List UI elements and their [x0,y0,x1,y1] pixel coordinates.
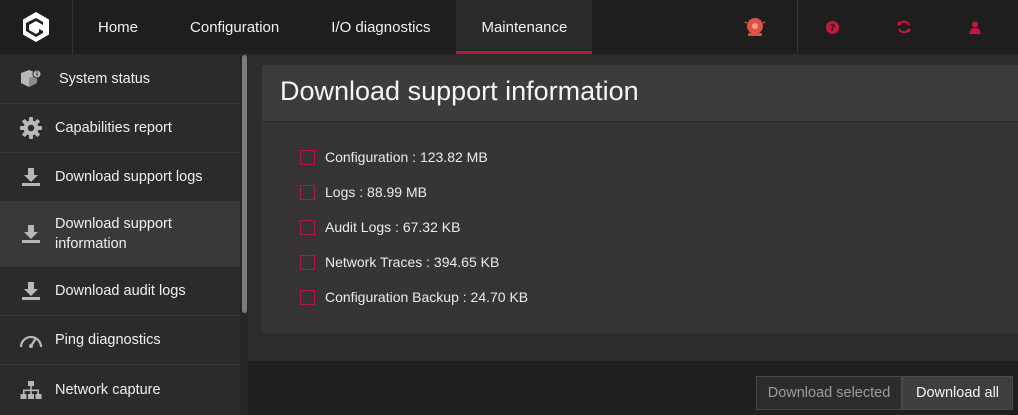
page-title: Download support information [280,76,639,106]
option-checkbox[interactable] [300,184,315,200]
nav-maintenance[interactable]: Maintenance [456,0,593,54]
download-all-button[interactable]: Download all [902,376,1013,410]
panel-header: Download support information [262,65,1018,122]
sidebar-item-label: System status [59,71,151,87]
option-label: Network Traces : 394.65 KB [325,254,500,270]
option-audit-logs[interactable]: Audit Logs : 67.32 KB [300,216,460,238]
sidebar-item-system-status[interactable]: System status [0,55,240,104]
sidebar-item-download-support-information[interactable]: Download support information [0,202,240,267]
option-checkbox[interactable] [300,149,315,165]
nav-configuration[interactable]: Configuration [164,0,305,54]
alarm-icon [744,18,766,36]
option-configuration-backup[interactable]: Configuration Backup : 24.70 KB [300,286,528,308]
cube-info-icon [18,66,44,92]
option-label: Logs : 88.99 MB [325,184,427,200]
sidebar: System status Capabilities report Downlo… [0,55,248,415]
refresh-button[interactable] [892,0,916,54]
sidebar-item-label: Capabilities report [55,120,172,136]
gear-icon [18,115,44,141]
user-button[interactable] [963,0,987,54]
top-bar: Home Configuration I/O diagnostics Maint… [0,0,1018,55]
sidebar-item-label: Download support information [55,216,172,252]
sidebar-item-label: Download audit logs [55,283,186,299]
support-info-panel: Download support information Configurati… [262,65,1018,333]
main-nav: Home Configuration I/O diagnostics Maint… [72,0,593,54]
sidebar-item-label: Ping diagnostics [55,332,161,348]
help-button[interactable]: ? [820,0,844,54]
action-footer: Download selected Download all [248,361,1018,415]
option-network-traces[interactable]: Network Traces : 394.65 KB [300,251,499,273]
sidebar-item-network-capture[interactable]: Network capture [0,365,240,415]
refresh-icon [897,20,911,34]
nav-configuration-label: Configuration [190,18,280,36]
sidebar-scrollbar-thumb[interactable] [242,55,247,313]
user-icon [969,21,981,34]
option-label: Configuration Backup : 24.70 KB [325,289,529,305]
sidebar-item-capabilities-report[interactable]: Capabilities report [0,104,240,153]
sidebar-item-label: Network capture [55,382,161,398]
option-label: Configuration : 123.82 MB [325,149,488,165]
nav-io-diagnostics-label: I/O diagnostics [331,18,431,36]
option-configuration[interactable]: Configuration : 123.82 MB [300,146,488,168]
svg-text:?: ? [829,23,835,34]
alarm-button[interactable] [738,0,772,54]
help-icon: ? [825,20,839,34]
gauge-icon [18,327,44,353]
option-checkbox[interactable] [300,254,315,270]
logo-icon [23,12,49,42]
sidebar-item-label: Download support logs [55,169,203,185]
download-icon [18,278,44,304]
option-checkbox[interactable] [300,219,315,235]
sidebar-item-download-support-logs[interactable]: Download support logs [0,153,240,202]
nav-maintenance-label: Maintenance [481,18,568,36]
nav-io-diagnostics[interactable]: I/O diagnostics [305,0,456,54]
sidebar-item-ping-diagnostics[interactable]: Ping diagnostics [0,316,240,365]
nav-home[interactable]: Home [72,0,164,54]
network-icon [18,377,44,403]
option-label: Audit Logs : 67.32 KB [325,219,461,235]
nav-home-label: Home [98,18,139,36]
main-content: Download support information Configurati… [248,55,1018,361]
download-icon [18,221,44,247]
download-selected-button[interactable]: Download selected [756,376,902,410]
option-checkbox[interactable] [300,289,315,305]
option-logs[interactable]: Logs : 88.99 MB [300,181,427,203]
logo[interactable] [0,0,73,54]
sidebar-scrollbar[interactable] [240,55,248,415]
topbar-divider [797,0,798,54]
sidebar-item-download-audit-logs[interactable]: Download audit logs [0,267,240,316]
download-icon [18,164,44,190]
